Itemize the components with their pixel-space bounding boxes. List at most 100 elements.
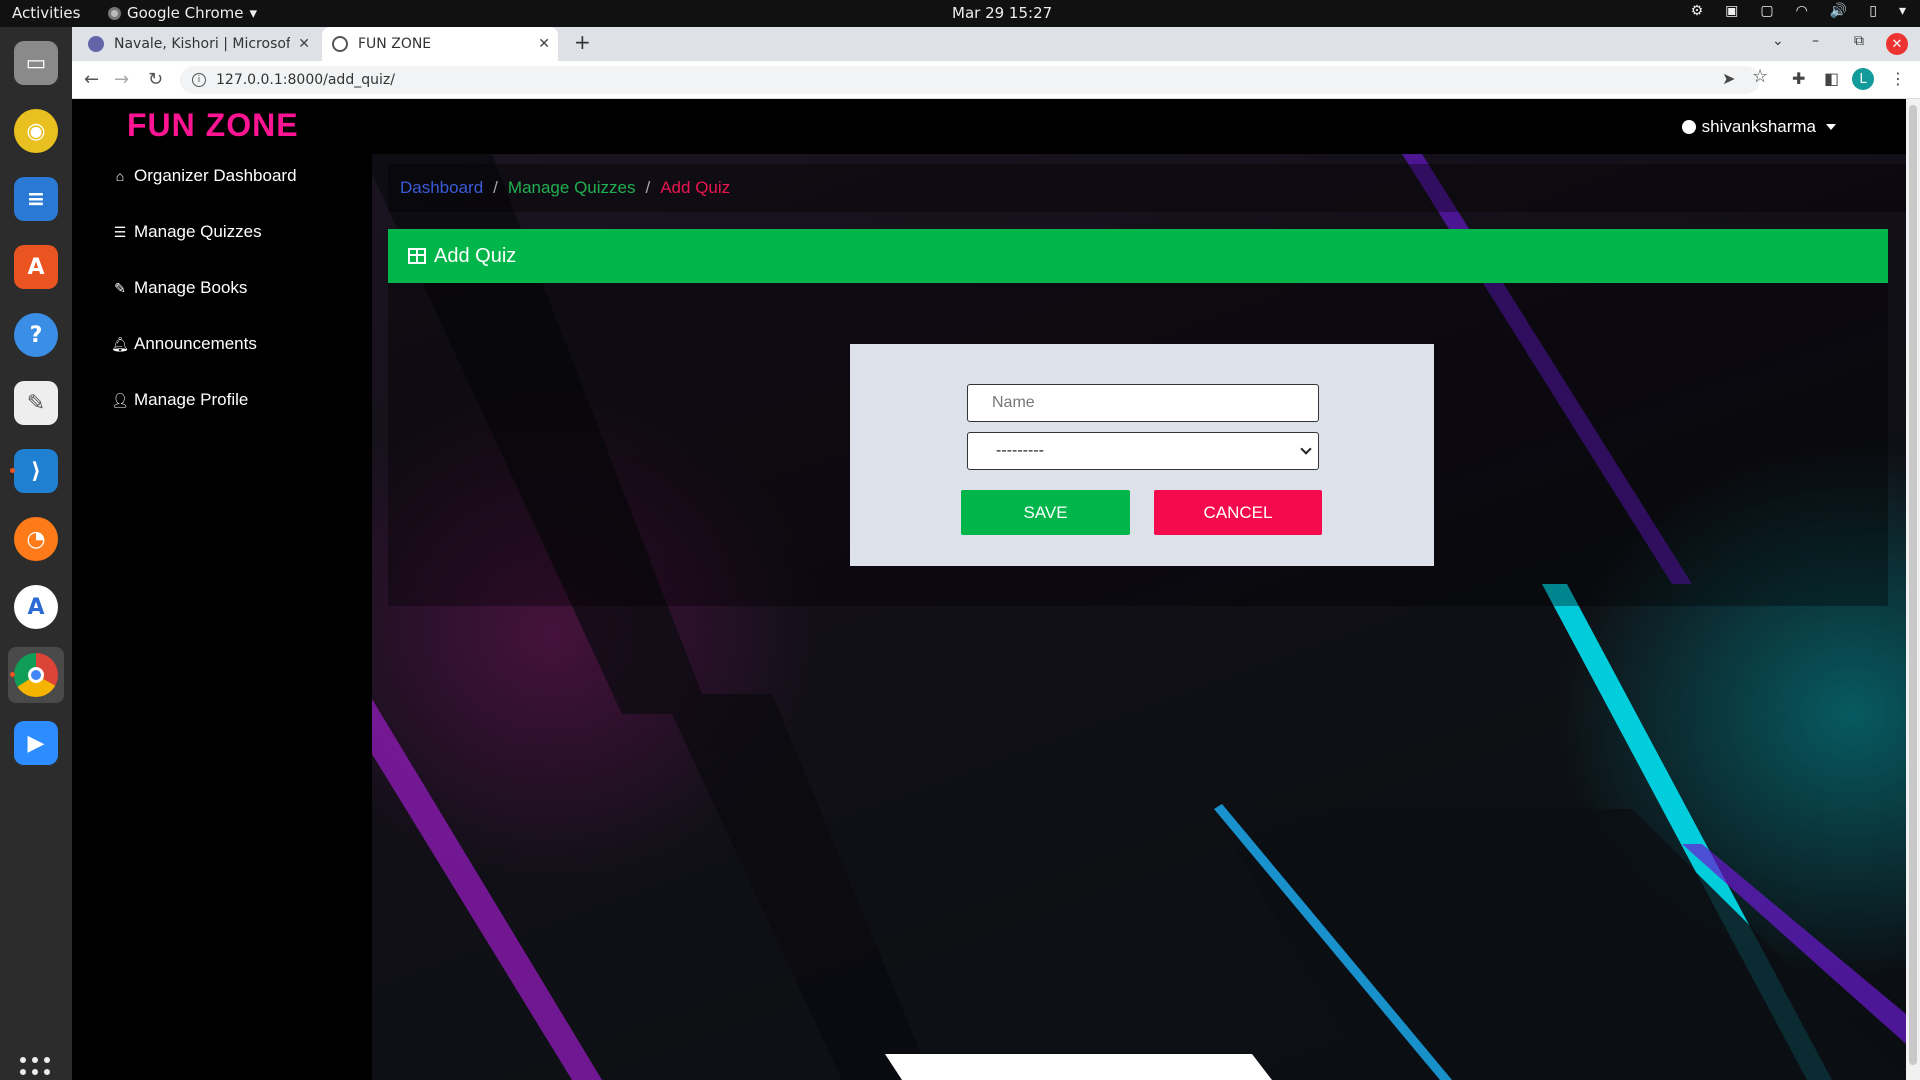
show-applications-icon[interactable] [20,1057,50,1080]
breadcrumb-dashboard[interactable]: Dashboard [400,178,483,198]
dock-android-studio[interactable]: A [8,579,64,635]
forward-icon[interactable]: → [114,69,129,90]
firefox-icon: ◔ [14,517,58,561]
dock-writer[interactable]: ≡ [8,171,64,227]
clock[interactable]: Mar 29 15:27 [952,4,1052,22]
sidebar-item-label: Organizer Dashboard [134,166,297,185]
system-top-bar: Activities Google Chrome ▾ Mar 29 15:27 … [0,0,1920,27]
sidebar-item-manage-profile[interactable]: 👤︎ Manage Profile [111,390,248,410]
minimize-button[interactable]: – [1812,33,1819,49]
chrome-menu-icon[interactable]: ⋮ [1890,69,1906,88]
dock-files[interactable]: ▭ [8,35,64,91]
system-tray[interactable]: ⚙ ▣ ▢ ◠ 🔊 ▯ ▾ [1691,3,1906,19]
caret-down-icon [1826,124,1836,130]
list-icon: ☰ [113,223,127,240]
browser-window: Navale, Kishori | Microsof ✕ FUN ZONE ✕ … [72,27,1920,1080]
tab-search-icon[interactable]: ⌄ [1772,33,1784,49]
sidebar-item-label: Manage Books [134,278,248,297]
teams-favicon-icon [88,36,104,52]
breadcrumb-manage-quizzes[interactable]: Manage Quizzes [508,178,636,198]
address-bar[interactable]: i 127.0.0.1:8000/add_quiz/ [180,66,1760,94]
restore-button[interactable]: ⧉ [1854,33,1864,49]
chrome-dock-icon [14,653,58,697]
tab-fun-zone[interactable]: FUN ZONE ✕ [322,27,558,61]
sidebar-item-announcements[interactable]: 🔔︎ Announcements [111,334,257,354]
user-circle-icon [1681,120,1696,134]
profile-avatar[interactable]: L [1852,68,1874,90]
teams-tray-icon[interactable]: ▣ [1725,3,1738,19]
zoom-tray-icon[interactable]: ▢ [1760,3,1773,19]
sidebar-item-organizer-dashboard[interactable]: ⌂ Organizer Dashboard [112,166,297,186]
gimp-icon: ✎ [14,381,58,425]
web-page: FUN ZONE shivanksharma ⌂ Organizer Dashb… [72,99,1906,1080]
send-tab-icon[interactable]: ➤ [1722,69,1735,88]
android-studio-icon: A [14,585,58,629]
wifi-icon[interactable]: ◠ [1796,3,1808,19]
back-icon[interactable]: ← [84,69,99,90]
close-tab-icon[interactable]: ✕ [298,36,310,52]
chevron-down-icon: ▾ [249,4,258,22]
pencil-icon: ✎ [114,279,126,296]
user-dropdown[interactable]: shivanksharma [1681,117,1836,137]
cancel-button[interactable]: CANCEL [1154,490,1322,535]
globe-favicon-icon [332,36,348,52]
volume-icon[interactable]: 🔊 [1830,3,1847,19]
close-window-button[interactable]: ✕ [1886,33,1908,55]
tab-teams[interactable]: Navale, Kishori | Microsof ✕ [78,27,318,61]
chrome-icon [108,6,121,20]
site-brand[interactable]: FUN ZONE [127,107,299,144]
running-indicator [10,672,15,677]
dock-gimp[interactable]: ✎ [8,375,64,431]
dock-software[interactable]: A [8,239,64,295]
vscode-icon: ⟩ [14,449,58,493]
activities-button[interactable]: Activities [12,4,80,22]
zoom-icon: ▶ [14,721,58,765]
running-indicator [10,468,15,473]
extensions-icon[interactable]: ✚ [1792,69,1805,88]
close-tab-icon[interactable]: ✕ [538,36,550,52]
home-icon: ⌂ [115,168,125,184]
reload-icon[interactable]: ↻ [148,69,163,90]
category-select[interactable]: --------- [967,432,1319,470]
scrollbar-thumb[interactable] [1909,105,1917,1065]
tab-strip: Navale, Kishori | Microsof ✕ FUN ZONE ✕ … [72,27,1920,61]
site-info-icon[interactable]: i [192,73,206,87]
dock-chrome[interactable] [8,647,64,703]
user-icon: 👤︎ [111,391,129,408]
dock-firefox[interactable]: ◔ [8,511,64,567]
rhythmbox-icon: ◉ [14,109,58,153]
dock-rhythmbox[interactable]: ◉ [8,103,64,159]
side-panel-icon[interactable]: ◧ [1824,69,1839,88]
site-header: FUN ZONE shivanksharma [72,99,1906,154]
dock-vscode[interactable]: ⟩ [8,443,64,499]
new-tab-button[interactable]: + [574,30,591,54]
chevron-down-icon [1300,443,1312,455]
writer-icon: ≡ [14,177,58,221]
sidebar-item-manage-books[interactable]: ✎ Manage Books [112,278,247,298]
power-menu-icon[interactable]: ▾ [1899,3,1906,19]
name-input[interactable] [967,384,1319,422]
breadcrumb-add-quiz: Add Quiz [660,178,731,197]
tab-title: Navale, Kishori | Microsof [114,36,290,52]
save-button[interactable]: SAVE [961,490,1130,535]
tab-title: FUN ZONE [358,36,432,52]
network-settings-icon[interactable]: ⚙ [1691,3,1704,19]
browser-toolbar: ← → ↻ i 127.0.0.1:8000/add_quiz/ ➤ ☆ ✚ ◧… [72,61,1920,99]
battery-icon[interactable]: ▯ [1869,3,1877,19]
table-icon [408,248,426,264]
files-icon: ▭ [14,41,58,85]
sidebar-item-manage-quizzes[interactable]: ☰ Manage Quizzes [112,222,262,242]
bookmark-star-icon[interactable]: ☆ [1752,66,1768,87]
app-menu[interactable]: Google Chrome ▾ [108,4,257,22]
bg-purple-stripe [372,699,602,1080]
breadcrumb-separator: / [493,178,498,197]
bg-white-shape [885,1054,1272,1080]
dock-zoom[interactable]: ▶ [8,715,64,771]
card-header: Add Quiz [388,229,1888,283]
quiz-form: --------- SAVE CANCEL [850,344,1434,566]
page-scrollbar[interactable] [1906,99,1920,1080]
username: shivanksharma [1701,117,1816,136]
dock-help[interactable]: ? [8,307,64,363]
bell-icon: 🔔︎ [111,335,129,352]
url-text: 127.0.0.1:8000/add_quiz/ [216,72,395,88]
